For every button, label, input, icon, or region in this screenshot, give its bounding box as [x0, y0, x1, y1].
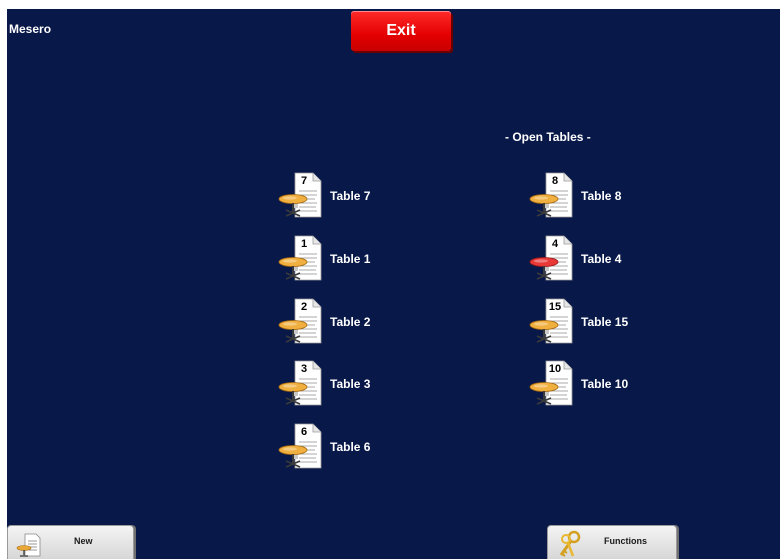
table-icon: 7 [277, 171, 327, 221]
table-icon: 1 [277, 234, 327, 284]
table-number: 1 [300, 238, 308, 250]
table-number: 4 [551, 238, 559, 250]
table-label: Table 2 [330, 315, 371, 329]
table-icon: 2 [277, 297, 327, 347]
table-item-1[interactable]: 1 Table 1 [277, 234, 407, 284]
table-number: 7 [300, 175, 308, 187]
table-icon: 15 [528, 297, 578, 347]
table-number: 2 [300, 301, 308, 313]
table-icon: 10 [528, 359, 578, 409]
table-label: Table 15 [581, 315, 629, 329]
keys-icon [554, 529, 584, 559]
table-item-4[interactable]: 4 Table 4 [528, 234, 658, 284]
table-label: Table 7 [330, 189, 371, 203]
new-button[interactable]: New [7, 525, 134, 559]
table-icon: 3 [277, 359, 327, 409]
table-item-2[interactable]: 2 Table 2 [277, 297, 407, 347]
open-tables-title: - Open Tables - [505, 130, 591, 144]
table-label: Table 6 [330, 440, 371, 454]
exit-button[interactable]: Exit [351, 11, 451, 51]
table-number: 6 [300, 426, 308, 438]
new-order-icon [16, 532, 42, 558]
table-number: 3 [300, 363, 308, 375]
table-number: 10 [548, 363, 562, 375]
table-number: 15 [548, 301, 562, 313]
functions-button[interactable]: Functions [547, 525, 677, 559]
functions-button-label: Functions [604, 536, 647, 546]
table-label: Table 4 [581, 252, 622, 266]
table-item-8[interactable]: 8 Table 8 [528, 171, 658, 221]
table-item-15[interactable]: 15 Table 15 [528, 297, 658, 347]
new-button-label: New [74, 536, 93, 546]
table-item-3[interactable]: 3 Table 3 [277, 359, 407, 409]
table-label: Table 3 [330, 377, 371, 391]
table-item-6[interactable]: 6 Table 6 [277, 422, 407, 472]
table-item-10[interactable]: 10 Table 10 [528, 359, 658, 409]
table-icon: 6 [277, 422, 327, 472]
table-number: 8 [551, 175, 559, 187]
table-icon: 8 [528, 171, 578, 221]
table-label: Table 1 [330, 252, 371, 266]
table-item-7[interactable]: 7 Table 7 [277, 171, 407, 221]
pos-screen: Mesero Exit - Open Tables - 7 Table 7 1 … [7, 9, 780, 559]
table-label: Table 10 [581, 377, 629, 391]
table-label: Table 8 [581, 189, 622, 203]
table-icon: 4 [528, 234, 578, 284]
user-name-label: Mesero [9, 22, 52, 36]
